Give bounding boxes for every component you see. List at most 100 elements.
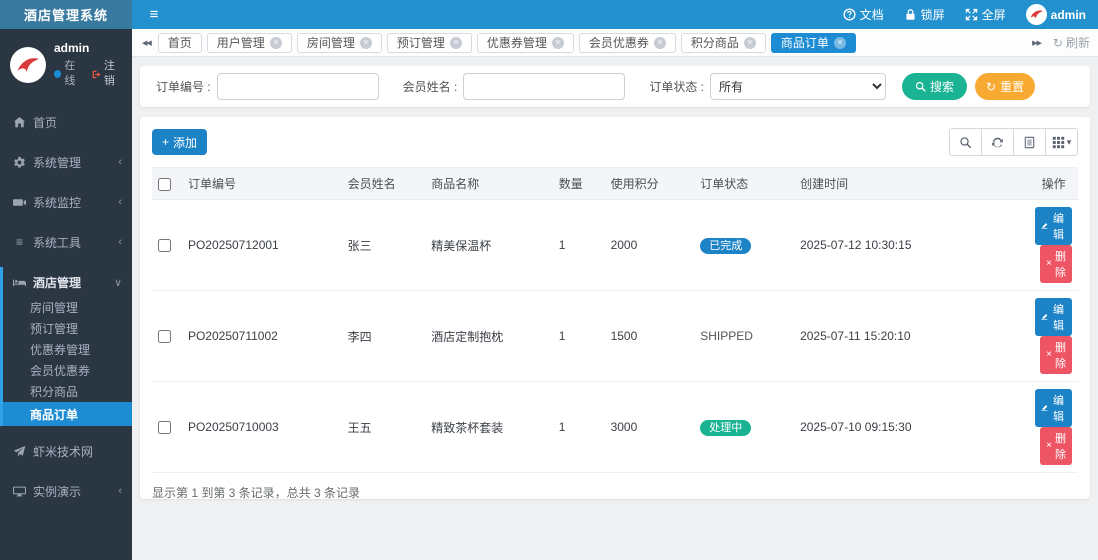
close-icon[interactable]: × xyxy=(551,36,564,49)
sidebar-item-points-goods[interactable]: 积分商品 xyxy=(3,381,132,402)
tab-points-goods[interactable]: 积分商品 × xyxy=(680,32,766,53)
monitor-icon xyxy=(13,198,26,206)
col-points: 使用积分 xyxy=(604,167,695,200)
chevron-left-icon: ‹ xyxy=(118,156,122,168)
delete-button[interactable]: × 删除 xyxy=(1040,245,1072,283)
desktop-icon xyxy=(13,486,26,496)
tab-refresh-button[interactable]: ↻ 刷新 xyxy=(1053,34,1090,51)
close-icon[interactable]: × xyxy=(833,36,846,49)
order-status-select[interactable]: 所有 xyxy=(710,73,887,100)
search-icon xyxy=(960,136,972,148)
cell-product: 精美保温杯 xyxy=(425,199,553,291)
member-name-input[interactable] xyxy=(463,73,626,100)
select-all-checkbox[interactable] xyxy=(158,177,171,191)
edit-icon xyxy=(1041,405,1048,411)
close-icon[interactable]: × xyxy=(359,36,372,49)
toggle-card-view-button[interactable] xyxy=(1013,128,1046,156)
sidebar-item-system-tools[interactable]: ≡ 系统工具 ‹ xyxy=(0,227,132,257)
columns-dropdown-button[interactable]: ▾ xyxy=(1045,128,1078,156)
close-icon[interactable]: × xyxy=(269,36,282,49)
caret-down-icon: ▾ xyxy=(1066,136,1072,147)
docs-label: 文档 xyxy=(859,8,884,22)
edit-button-label: 编辑 xyxy=(1052,213,1064,241)
sidebar-item-booking-admin[interactable]: 预订管理 xyxy=(3,318,132,339)
sidebar-item-system-monitor[interactable]: 系统监控 ‹ xyxy=(0,187,132,217)
sidebar-item-tech-site[interactable]: 虾米技术网 xyxy=(0,436,132,466)
row-checkbox[interactable] xyxy=(158,421,171,435)
sidebar-item-demo[interactable]: 实例演示 ‹ xyxy=(0,476,132,506)
sidebar-item-system-admin[interactable]: 系统管理 ‹ xyxy=(0,147,132,177)
member-name-label: 会员姓名 : xyxy=(402,80,458,94)
lock-screen-button[interactable]: 锁屏 xyxy=(904,6,945,23)
tab-home[interactable]: 首页 xyxy=(157,32,202,53)
chevron-left-icon: ‹ xyxy=(118,485,122,497)
status-text: SHIPPED xyxy=(700,329,753,343)
question-circle-icon xyxy=(843,8,856,21)
cell-product: 酒店定制抱枕 xyxy=(425,290,553,382)
tab-coupon-admin[interactable]: 优惠券管理 × xyxy=(476,32,574,53)
row-checkbox[interactable] xyxy=(158,239,171,253)
tab-label: 用户管理 xyxy=(216,36,265,50)
table-refresh-button[interactable] xyxy=(981,128,1014,156)
fullscreen-button[interactable]: 全屏 xyxy=(965,6,1006,23)
table-row: PO20250710003 王五 精致茶杯套装 1 3000 处理中 2025-… xyxy=(152,381,1078,473)
logout-link[interactable]: 注销 xyxy=(92,59,124,89)
search-panel: 订单编号 : 会员姓名 : 订单状态 : 所有 搜索 ↻ 重置 xyxy=(140,66,1090,107)
cell-qty: 1 xyxy=(552,381,605,473)
fullscreen-icon xyxy=(965,8,977,21)
logout-label: 注销 xyxy=(103,60,115,87)
user-menu[interactable]: admin xyxy=(1025,4,1086,25)
edit-button[interactable]: 编辑 xyxy=(1035,389,1072,427)
avatar[interactable] xyxy=(10,47,46,83)
reset-button-label: 重置 xyxy=(1000,80,1025,94)
table-panel: + 添加 ▾ 订单编号 会员姓名 商品名称 数量 使用积分 订单状态 创建时间 … xyxy=(140,117,1090,500)
add-button[interactable]: + 添加 xyxy=(152,129,208,155)
sidebar-toggle-button[interactable]: ≡ xyxy=(132,0,176,29)
header-actions: 文档 锁屏 全屏 admin xyxy=(843,0,1098,29)
search-button[interactable]: 搜索 xyxy=(902,73,968,100)
order-no-label: 订单编号 : xyxy=(156,80,211,94)
tab-goods-orders[interactable]: 商品订单 × xyxy=(770,32,856,53)
delete-button[interactable]: × 删除 xyxy=(1040,427,1072,465)
tabs-scroll-left-button[interactable]: ◀◀ xyxy=(140,39,153,47)
cell-qty: 1 xyxy=(552,199,605,291)
sidebar-item-member-coupon[interactable]: 会员优惠券 xyxy=(3,360,132,381)
sidebar-item-room-admin[interactable]: 房间管理 xyxy=(3,297,132,318)
tab-label: 房间管理 xyxy=(306,36,355,50)
tab-user-admin[interactable]: 用户管理 × xyxy=(206,32,292,53)
edit-button[interactable]: 编辑 xyxy=(1035,207,1072,245)
bird-logo-icon xyxy=(1030,10,1043,19)
close-icon[interactable]: × xyxy=(449,36,462,49)
sidebar-item-home[interactable]: 首页 xyxy=(0,107,132,137)
row-checkbox[interactable] xyxy=(158,330,171,344)
refresh-icon: ↻ xyxy=(986,79,997,94)
cell-order-no: PO20250712001 xyxy=(181,199,342,291)
edit-button[interactable]: 编辑 xyxy=(1035,298,1072,336)
plus-icon: + xyxy=(162,135,170,149)
sidebar-item-goods-orders[interactable]: 商品订单 xyxy=(3,402,132,426)
docs-link[interactable]: 文档 xyxy=(843,6,884,23)
cell-points: 2000 xyxy=(604,199,695,291)
table-search-toggle-button[interactable] xyxy=(949,128,982,156)
tab-booking-admin[interactable]: 预订管理 × xyxy=(386,32,472,53)
close-icon[interactable]: × xyxy=(653,36,666,49)
sidebar-username: admin xyxy=(54,41,90,55)
tab-room-admin[interactable]: 房间管理 × xyxy=(296,32,382,53)
tab-member-coupon[interactable]: 会员优惠券 × xyxy=(578,32,676,53)
sidebar-item-coupon-admin[interactable]: 优惠券管理 xyxy=(3,339,132,360)
refresh-label: 刷新 xyxy=(1065,36,1090,50)
sidebar-menu: 首页 系统管理 ‹ 系统监控 ‹ ≡ 系统工具 ‹ 酒店管理 ∨ 房间管理 预订… xyxy=(0,107,132,506)
hamburger-icon: ≡ xyxy=(149,6,159,23)
delete-button[interactable]: × 删除 xyxy=(1040,336,1072,374)
reset-button[interactable]: ↻ 重置 xyxy=(975,73,1036,100)
col-order-no: 订单编号 xyxy=(181,167,342,200)
edit-icon xyxy=(1041,314,1048,320)
order-no-input[interactable] xyxy=(216,73,379,100)
cell-qty: 1 xyxy=(552,290,605,382)
sidebar: admin 在线 注销 首页 系统管理 ‹ 系统监控 ‹ ≡ 系统工具 ‹ 酒店… xyxy=(0,29,132,560)
sidebar-item-hotel-admin[interactable]: 酒店管理 ∨ xyxy=(3,267,132,297)
list-icon: ≡ xyxy=(15,235,23,249)
tabs-scroll-right-button[interactable]: ▶▶ xyxy=(1030,39,1043,47)
close-icon[interactable]: × xyxy=(743,36,756,49)
app-title: 酒店管理系统 xyxy=(0,0,132,29)
